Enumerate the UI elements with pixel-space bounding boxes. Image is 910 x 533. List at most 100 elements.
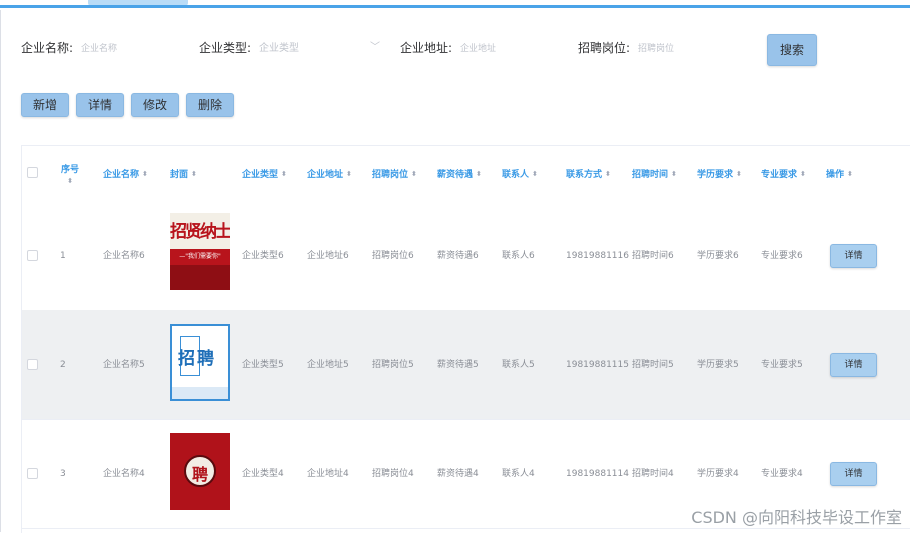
header-contact[interactable]: 联系人 ⬍ [502, 146, 538, 201]
cover-title: 招贤纳士 [170, 222, 230, 242]
company-address-input[interactable]: 企业地址 [460, 37, 496, 61]
sort-icon[interactable]: ⬍ [847, 170, 853, 178]
cover-title: 聘 [191, 465, 208, 484]
table-row[interactable]: 2 企业名称5 招聘 企业类型5 企业地址5 招聘岗位5 薪资待遇5 联系人5 … [22, 310, 910, 420]
cell-education: 学历要求5 [697, 360, 739, 370]
cell-phone: 19819881115 [566, 360, 629, 370]
detail-button[interactable]: 详情 [76, 93, 124, 117]
sort-icon[interactable]: ⬍ [191, 170, 197, 178]
cover-title: 招聘 [178, 349, 216, 369]
row-detail-button[interactable]: 详情 [830, 244, 877, 268]
header-education[interactable]: 学历要求 ⬍ [697, 146, 742, 201]
cell-major: 专业要求6 [761, 251, 803, 261]
header-contact-label: 联系人 [502, 170, 530, 180]
cover-image: 聘 [170, 433, 230, 510]
cell-phone: 19819881114 [566, 469, 629, 479]
cell-time: 招聘时间5 [632, 360, 674, 370]
sort-icon[interactable]: ⬍ [532, 170, 538, 178]
company-type-label: 企业类型: [199, 41, 252, 55]
cover-subtitle: —"我们需要你" [179, 253, 221, 260]
cell-contact: 联系人4 [502, 469, 535, 479]
row-detail-button[interactable]: 详情 [830, 353, 877, 377]
select-all-checkbox[interactable] [27, 167, 38, 178]
header-position-label: 招聘岗位 [372, 170, 409, 180]
header-time[interactable]: 招聘时间 ⬍ [632, 146, 677, 201]
cell-company-name: 企业名称4 [103, 469, 145, 479]
add-button[interactable]: 新增 [21, 93, 69, 117]
row-checkbox[interactable] [27, 359, 38, 370]
position-input[interactable]: 招聘岗位 [638, 37, 674, 61]
header-cover-label: 封面 [170, 170, 189, 180]
cell-position: 招聘岗位4 [372, 469, 414, 479]
row-checkbox[interactable] [27, 468, 38, 479]
cell-contact: 联系人6 [502, 251, 535, 261]
header-company-name[interactable]: 企业名称 ⬍ [103, 146, 148, 201]
cell-major: 专业要求5 [761, 360, 803, 370]
watermark: CSDN @向阳科技毕设工作室 [691, 508, 902, 527]
nav-underline [0, 5, 910, 8]
sort-icon[interactable]: ⬍ [142, 170, 148, 178]
cell-education: 学历要求6 [697, 251, 739, 261]
cell-position: 招聘岗位5 [372, 360, 414, 370]
cell-company-address: 企业地址6 [307, 251, 349, 261]
header-company-address-label: 企业地址 [307, 170, 344, 180]
row-checkbox[interactable] [27, 250, 38, 261]
sort-icon[interactable]: ⬍ [281, 170, 287, 178]
company-name-input[interactable]: 企业名称 [81, 37, 117, 61]
header-index[interactable]: 序号 ⬍ [60, 146, 80, 201]
header-company-type[interactable]: 企业类型 ⬍ [242, 146, 287, 201]
sort-icon[interactable]: ⬍ [800, 170, 806, 178]
company-name-label: 企业名称: [21, 41, 74, 55]
search-button[interactable]: 搜索 [767, 34, 817, 66]
sort-icon[interactable]: ⬍ [605, 170, 611, 178]
cell-education: 学历要求4 [697, 469, 739, 479]
cell-contact: 联系人5 [502, 360, 535, 370]
header-phone-label: 联系方式 [566, 170, 603, 180]
data-table: 序号 ⬍ 企业名称 ⬍ 封面 ⬍ 企业类型 ⬍ 企业地址 ⬍ 招聘岗位 ⬍ 薪资待遇 ⬍ 联… [21, 145, 910, 533]
header-major[interactable]: 专业要求 ⬍ [761, 146, 806, 201]
table-row[interactable]: 1 企业名称6 招贤纳士 —"我们需要你" 企业类型6 企业地址6 招聘岗位6 … [22, 201, 910, 311]
cell-company-name: 企业名称5 [103, 360, 145, 370]
header-position[interactable]: 招聘岗位 ⬍ [372, 146, 417, 201]
cell-company-type: 企业类型4 [242, 469, 284, 479]
company-type-select[interactable]: 企业类型 [259, 37, 299, 61]
cell-salary: 薪资待遇4 [437, 469, 479, 479]
row-detail-button[interactable]: 详情 [830, 462, 877, 486]
header-major-label: 专业要求 [761, 170, 798, 180]
cell-time: 招聘时间4 [632, 469, 674, 479]
header-phone[interactable]: 联系方式 ⬍ [566, 146, 611, 201]
header-index-label: 序号 [60, 165, 79, 175]
cell-index: 3 [60, 469, 66, 479]
cell-company-address: 企业地址5 [307, 360, 349, 370]
cell-position: 招聘岗位6 [372, 251, 414, 261]
sort-icon[interactable]: ⬍ [671, 170, 677, 178]
cell-company-type: 企业类型5 [242, 360, 284, 370]
sort-icon[interactable]: ⬍ [476, 170, 482, 178]
position-label: 招聘岗位: [578, 41, 631, 55]
cell-index: 1 [60, 251, 66, 261]
cover-image: 招贤纳士 —"我们需要你" [170, 213, 230, 290]
cover-image: 招聘 [170, 324, 230, 401]
header-education-label: 学历要求 [697, 170, 734, 180]
header-action-label: 操作 [826, 170, 845, 180]
delete-button[interactable]: 删除 [186, 93, 234, 117]
sort-icon[interactable]: ⬍ [346, 170, 352, 178]
cell-salary: 薪资待遇6 [437, 251, 479, 261]
header-time-label: 招聘时间 [632, 170, 669, 180]
header-company-type-label: 企业类型 [242, 170, 279, 180]
top-nav-bar [0, 0, 910, 10]
cell-time: 招聘时间6 [632, 251, 674, 261]
header-company-address[interactable]: 企业地址 ⬍ [307, 146, 352, 201]
edit-button[interactable]: 修改 [131, 93, 179, 117]
cell-salary: 薪资待遇5 [437, 360, 479, 370]
header-cover[interactable]: 封面 ⬍ [170, 146, 197, 201]
header-salary[interactable]: 薪资待遇 ⬍ [437, 146, 482, 201]
cell-index: 2 [60, 360, 66, 370]
sort-icon[interactable]: ⬍ [67, 177, 73, 185]
cell-major: 专业要求4 [761, 469, 803, 479]
cell-company-name: 企业名称6 [103, 251, 145, 261]
chevron-down-icon[interactable]: ﹀ [370, 36, 380, 60]
sort-icon[interactable]: ⬍ [411, 170, 417, 178]
header-salary-label: 薪资待遇 [437, 170, 474, 180]
sort-icon[interactable]: ⬍ [736, 170, 742, 178]
